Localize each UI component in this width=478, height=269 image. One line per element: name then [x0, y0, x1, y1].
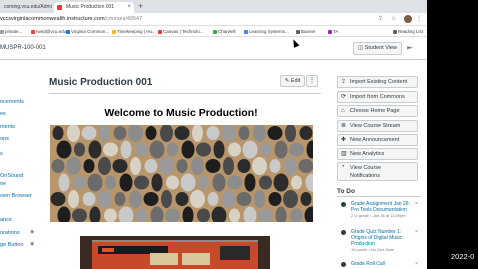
- close-tab-icon[interactable]: ×: [127, 2, 131, 13]
- tab-label: coming.vcu.edu/Admi: [4, 4, 52, 10]
- browser-tab[interactable]: coming.vcu.edu/Admi: [0, 2, 52, 13]
- bookmark-item[interactable]: Canvas | Technolo...: [158, 27, 204, 36]
- assignment-icon: [341, 262, 346, 267]
- view-course-stream-button[interactable]: ≣ View Course Stream: [337, 120, 418, 132]
- system-clock: 2022-0: [451, 252, 475, 261]
- import-existing-content-button[interactable]: ⇪ Import Existing Content: [337, 76, 418, 88]
- bookmark-item[interactable]: Charwell: [213, 27, 236, 36]
- bookmark-item[interactable]: rwed@vcu.edu: [31, 27, 66, 36]
- divider: [337, 196, 421, 197]
- bookmark-item[interactable]: Banner: [296, 27, 316, 36]
- course-header: MUSPR-100-001 ◫ Student View ⇤: [0, 38, 427, 60]
- bookmark-icon: [296, 29, 300, 34]
- welcome-heading: Welcome to Music Production!: [104, 107, 258, 119]
- commons-icon: ⟳: [341, 94, 347, 100]
- nav-item-collaborations[interactable]: orations: [0, 229, 20, 237]
- new-tab-button[interactable]: +: [138, 1, 143, 12]
- collapse-sidebar-icon[interactable]: ⇤: [407, 43, 413, 54]
- nav-item-announcements[interactable]: ncements: [0, 98, 24, 106]
- student-view-button[interactable]: ◫ Student View: [353, 42, 402, 55]
- address-bar[interactable]: vccsvirginiacommonwealth.instructure.com…: [0, 13, 427, 26]
- dismiss-icon[interactable]: ×: [415, 261, 418, 267]
- view-course-notifications-button[interactable]: ◔ View Course Notifications: [337, 162, 418, 181]
- bookmarks-bar: private... rwed@vcu.edu Virginia Common.…: [0, 26, 427, 37]
- choose-home-page-button[interactable]: ⌂ Choose Home Page: [337, 105, 418, 117]
- nav-item-badge-button[interactable]: ge Button: [0, 241, 24, 249]
- bookmark-star-icon[interactable]: ☆: [391, 15, 396, 24]
- edit-button[interactable]: ✎ Edit: [280, 75, 305, 87]
- share-icon[interactable]: ⇪: [378, 15, 383, 24]
- nav-item-attendance[interactable]: ance: [0, 216, 12, 224]
- course-navigation: ncements es ments ons s OnSound ne own B…: [0, 60, 40, 269]
- mail-icon: [31, 29, 35, 34]
- audio-mixer-image: [80, 236, 270, 269]
- bookmark-item[interactable]: private...: [0, 27, 22, 36]
- breadcrumb-course-code[interactable]: MUSPR-100-001: [0, 44, 46, 53]
- bookmark-icon: [328, 29, 332, 34]
- student-view-icon: ◫: [357, 45, 365, 51]
- screen: coming.vcu.edu/Admi Music Production 001…: [0, 0, 427, 269]
- url-host: vccsvirginiacommonwealth.instructure.com: [0, 16, 105, 22]
- browser-menu-icon[interactable]: ⋮: [416, 15, 422, 24]
- browser-tab-active[interactable]: Music Production 001 ×: [54, 2, 134, 13]
- dismiss-icon[interactable]: ×: [415, 201, 418, 207]
- browser-tab-bar: coming.vcu.edu/Admi Music Production 001…: [0, 0, 427, 13]
- nav-item-lockdown-browser[interactable]: own Browser: [0, 192, 32, 200]
- quiz-icon: [341, 230, 346, 235]
- bookmark-item[interactable]: TA: [328, 27, 338, 36]
- nav-item[interactable]: ne: [0, 180, 6, 188]
- url-path: /courses/49547: [104, 16, 143, 22]
- bookmark-icon: [66, 29, 70, 34]
- nav-item-onsound[interactable]: OnSound: [0, 172, 23, 180]
- nav-item-assignments[interactable]: ments: [0, 123, 15, 131]
- more-options-button[interactable]: ⋮: [306, 75, 318, 87]
- profile-avatar[interactable]: [404, 15, 412, 23]
- reading-list[interactable]: Reading List: [393, 27, 423, 36]
- bookmark-icon: [244, 29, 248, 34]
- divider: [49, 93, 321, 94]
- todo-heading: To Do: [337, 188, 355, 195]
- stream-icon: ≣: [341, 123, 347, 129]
- new-announcement-button[interactable]: ✚ New Announcement: [337, 134, 418, 146]
- nav-item-discussions[interactable]: ons: [0, 135, 9, 143]
- bookmark-icon: [213, 29, 217, 34]
- bookmark-icon: [158, 29, 162, 34]
- mixer-picture: [80, 236, 270, 269]
- analytics-icon: ▥: [341, 151, 347, 157]
- nav-item[interactable]: s: [0, 150, 3, 158]
- bell-icon: ◔: [341, 164, 345, 170]
- dismiss-icon[interactable]: ×: [415, 229, 418, 235]
- bookmark-item[interactable]: Learning Systems...: [244, 27, 289, 36]
- microphones-picture: [50, 125, 313, 222]
- assignment-icon: [341, 202, 346, 207]
- nav-item-modules[interactable]: es: [0, 110, 6, 118]
- tab-label: Music Production 001: [66, 4, 115, 10]
- bookmark-item[interactable]: Virginia Common...: [66, 27, 109, 36]
- home-icon: ⌂: [341, 108, 345, 114]
- canvas-favicon-icon: [57, 5, 62, 10]
- new-analytics-button[interactable]: ▥ New Analytics: [337, 148, 418, 160]
- bookmark-icon: [0, 29, 4, 34]
- page-title: Music Production 001: [49, 77, 153, 88]
- microphone-collection-image: [50, 125, 313, 222]
- reading-list-icon: [393, 29, 397, 34]
- import-from-commons-button[interactable]: ⟳ Import from Commons: [337, 91, 418, 103]
- announcement-icon: ✚: [341, 137, 347, 143]
- hidden-eye-icon: ◉: [30, 241, 35, 247]
- bookmark-icon: [112, 29, 116, 34]
- bookmark-item[interactable]: Timekeeping | Hu...: [112, 27, 156, 36]
- url-text: vccsvirginiacommonwealth.instructure.com…: [0, 15, 142, 24]
- hidden-eye-icon: ◉: [30, 229, 35, 235]
- import-icon: ⇪: [341, 79, 347, 85]
